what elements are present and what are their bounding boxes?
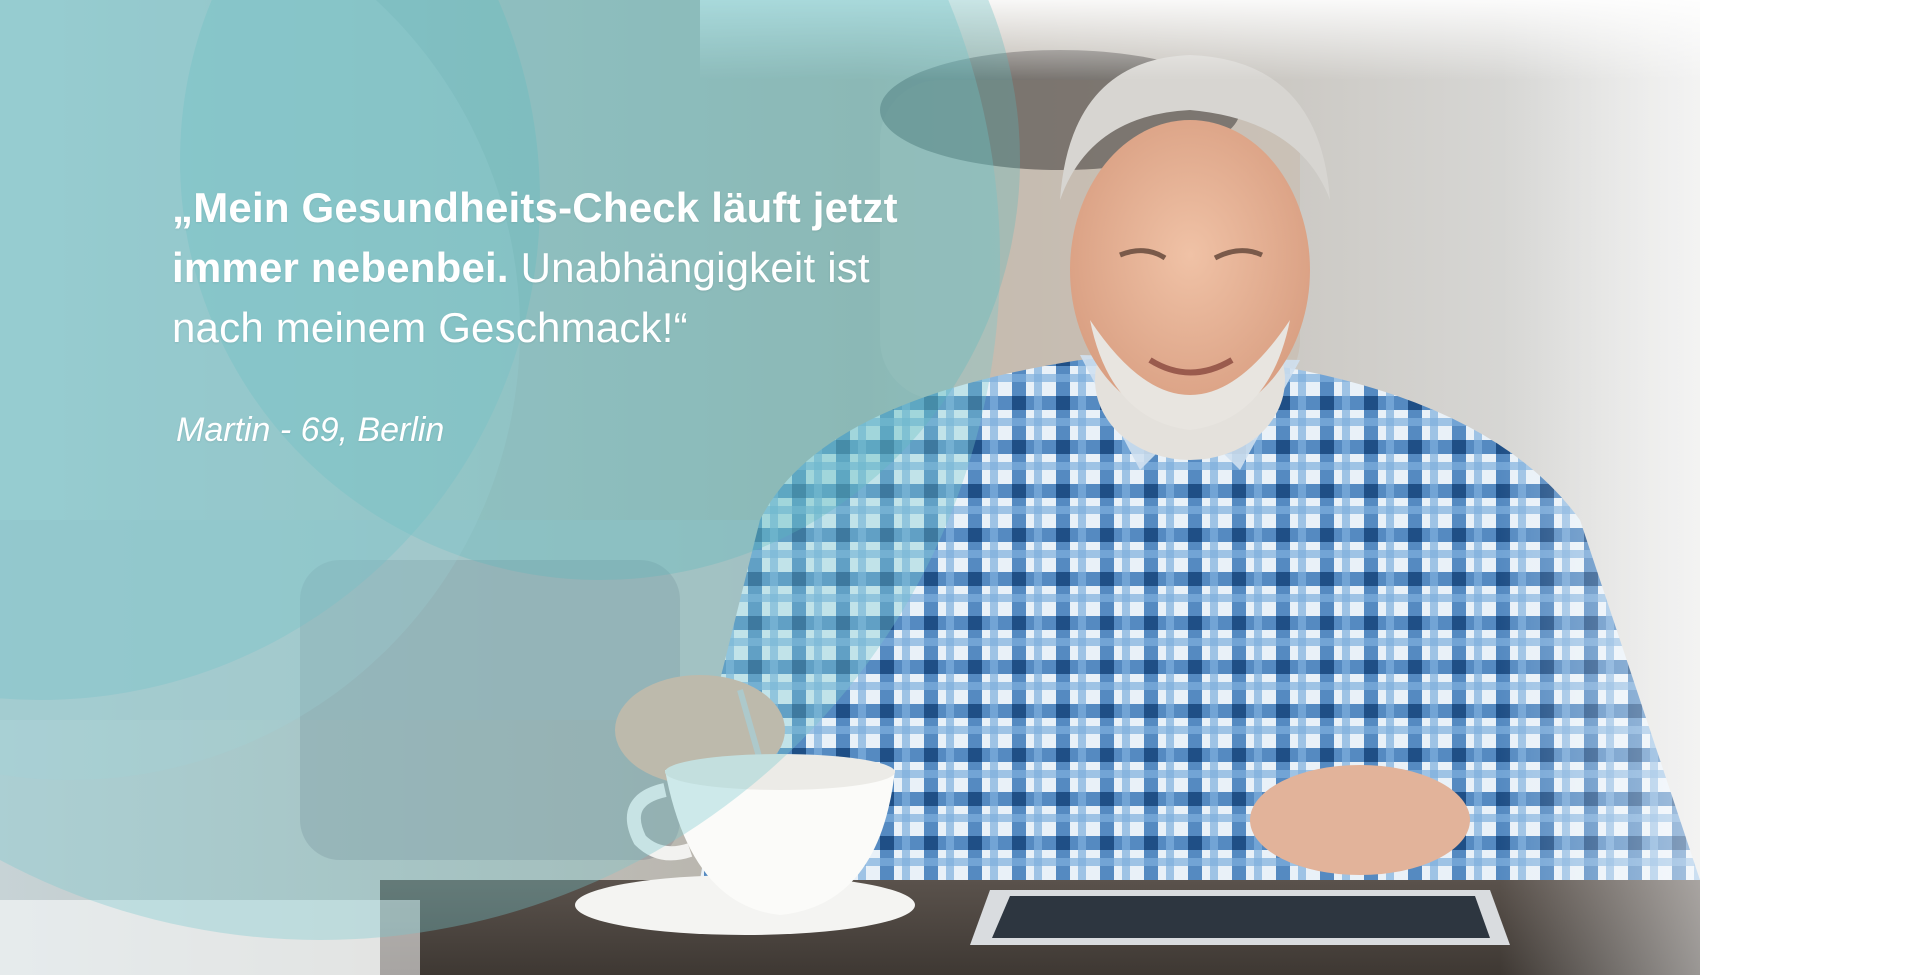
testimonial-author: Martin - 69, Berlin (176, 411, 445, 449)
testimonial-quote: „Mein Gesundheits-Check läuft jetzt imme… (172, 178, 972, 358)
hero-banner: „Mein Gesundheits-Check läuft jetzt imme… (0, 0, 1920, 975)
hero-photo (0, 0, 1920, 975)
